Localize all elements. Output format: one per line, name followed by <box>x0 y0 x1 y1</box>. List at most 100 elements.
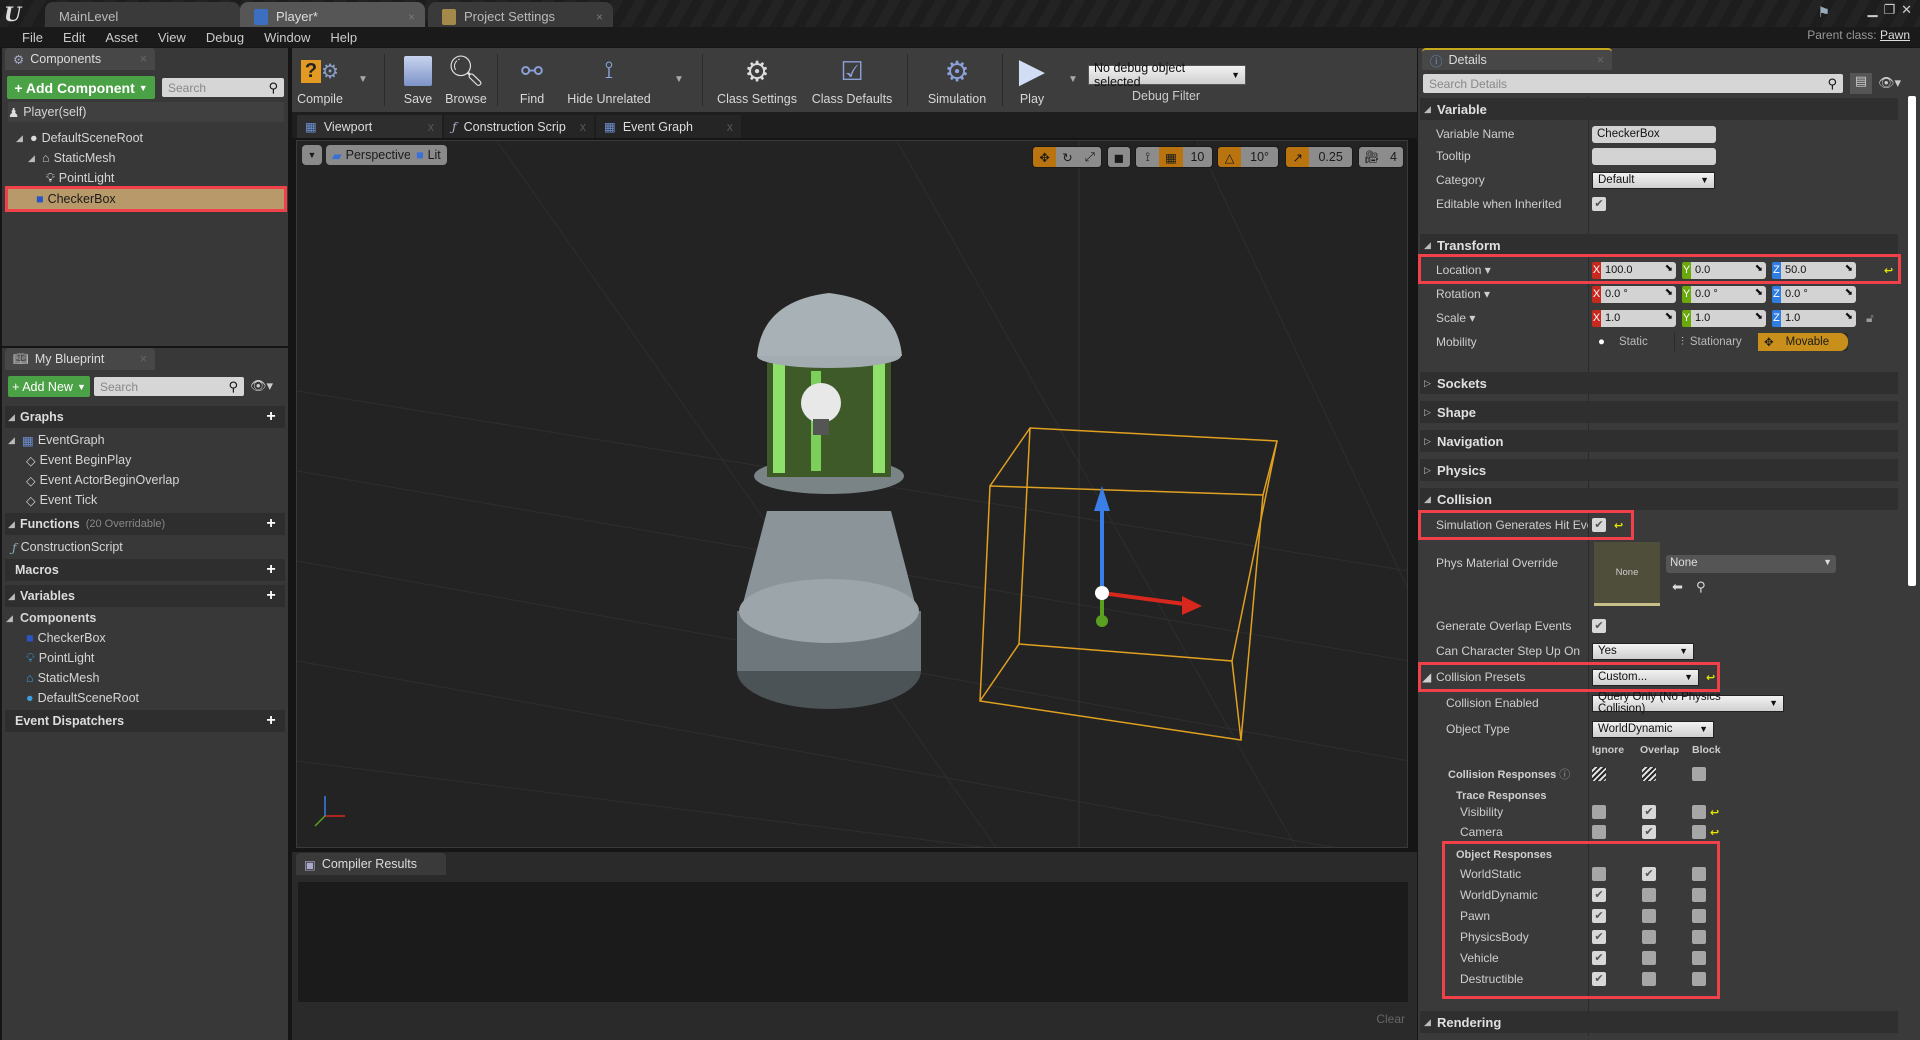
add-function-icon[interactable]: + <box>263 516 279 532</box>
add-new-button[interactable]: + Add New ▼ <box>8 376 90 397</box>
add-macro-icon[interactable]: + <box>263 562 279 578</box>
hide-unrelated-button[interactable]: ⟟ Hide Unrelated <box>564 50 654 110</box>
rotation-x-field[interactable]: X 0.0 ° <box>1592 285 1676 303</box>
overlap-checkbox[interactable] <box>1642 930 1656 944</box>
ignore-checkbox[interactable]: ✔ <box>1592 909 1606 923</box>
doc-tab-player[interactable]: Player* × <box>240 2 425 27</box>
category-transform[interactable]: ◢ Transform <box>1420 234 1898 256</box>
block-checkbox[interactable] <box>1692 951 1706 965</box>
phys-material-select[interactable]: None ▼ <box>1666 555 1836 573</box>
add-variable-icon[interactable]: + <box>263 588 279 604</box>
class-defaults-button[interactable]: ☑ Class Defaults <box>807 50 897 110</box>
block-checkbox[interactable] <box>1692 805 1706 819</box>
section-variables[interactable]: ◢ Variables + <box>5 585 285 607</box>
expand-triangle-icon[interactable]: ◢ <box>28 153 38 164</box>
collision-presets-select[interactable]: Custom... ▼ <box>1592 668 1699 686</box>
variable-name-input[interactable]: CheckerBox <box>1592 125 1716 143</box>
debug-object-select[interactable]: No debug object selected ▼ <box>1088 61 1246 89</box>
reset-to-default-icon[interactable]: ↩ <box>1706 671 1715 684</box>
collision-enabled-select[interactable]: Query Only (No Physics Collision) ▼ <box>1592 691 1784 715</box>
category-physics[interactable]: ▷ Physics <box>1420 459 1898 481</box>
clear-button[interactable]: Clear <box>1376 1012 1405 1026</box>
var-defaultsceneroot[interactable]: ● DefaultSceneRoot <box>26 688 139 708</box>
scale-snap-value[interactable]: 0.25 <box>1309 147 1352 167</box>
rotation-snap-value[interactable]: 10° <box>1241 147 1278 167</box>
reset-to-default-icon[interactable]: ↩ <box>1710 806 1719 819</box>
tab-viewport[interactable]: ▦ Viewport x <box>297 115 442 138</box>
ignore-checkbox[interactable]: ✔ <box>1592 930 1606 944</box>
menu-edit[interactable]: Edit <box>53 30 95 45</box>
ignore-checkbox[interactable] <box>1592 825 1606 839</box>
mobility-static-button[interactable]: ● Static <box>1592 333 1674 351</box>
generate-overlap-checkbox[interactable]: ✔ <box>1592 619 1606 633</box>
camera-speed-icon[interactable]: 🎥︎ <box>1359 147 1384 167</box>
block-checkbox[interactable] <box>1692 867 1706 881</box>
ignore-checkbox[interactable] <box>1592 867 1606 881</box>
editable-inherited-checkbox[interactable]: ✔ <box>1592 197 1606 211</box>
overlap-checkbox[interactable] <box>1642 888 1656 902</box>
reset-to-default-icon[interactable]: ↩ <box>1614 519 1623 532</box>
overlap-checkbox[interactable] <box>1642 909 1656 923</box>
my-blueprint-tab[interactable]: 📖︎ My Blueprint × <box>5 348 155 370</box>
surface-snap-icon[interactable]: ⟟ <box>1136 147 1160 167</box>
menu-window[interactable]: Window <box>254 30 320 45</box>
hide-unrelated-dropdown[interactable]: ▼ <box>674 74 684 85</box>
event-actorbeginoverlap[interactable]: ◇ Event ActorBeginOverlap <box>26 470 179 490</box>
blueprint-search-input[interactable]: Search ⚲ <box>94 377 244 396</box>
rotation-snap-icon[interactable]: △ <box>1218 147 1242 167</box>
expand-triangle-icon[interactable]: ◢ <box>16 133 26 144</box>
view-options-eye-icon[interactable]: 👁︎▾ <box>1878 75 1901 91</box>
category-shape[interactable]: ▷ Shape <box>1420 401 1898 423</box>
menu-file[interactable]: File <box>12 30 53 45</box>
mobility-movable-button[interactable]: ✥ Movable <box>1758 333 1848 351</box>
location-y-field[interactable]: Y 0.0 <box>1682 261 1766 279</box>
components-search-input[interactable]: Search ⚲ <box>162 78 284 97</box>
reset-to-default-icon[interactable]: ↩ <box>1710 826 1719 839</box>
graph-eventgraph[interactable]: ◢ ▦ EventGraph <box>8 430 105 450</box>
category-select[interactable]: Default ▼ <box>1592 171 1715 189</box>
scale-x-field[interactable]: X 1.0 <box>1592 309 1676 327</box>
maximize-icon[interactable]: ❐ <box>1883 2 1895 18</box>
scale-y-field[interactable]: Y 1.0 <box>1682 309 1766 327</box>
property-matrix-icon[interactable]: ▤ <box>1850 73 1872 94</box>
help-icon[interactable]: ⓘ <box>1559 769 1570 781</box>
section-macros[interactable]: Macros + <box>5 559 285 581</box>
component-checkerbox[interactable]: ■ CheckerBox <box>8 189 284 209</box>
find-button[interactable]: ⚯ Find <box>510 50 554 110</box>
event-tick[interactable]: ◇ Event Tick <box>26 490 97 510</box>
reset-to-default-icon[interactable]: ↩ <box>1884 264 1893 277</box>
overlap-checkbox[interactable] <box>1642 951 1656 965</box>
minimize-icon[interactable]: ▁ <box>1867 2 1877 18</box>
add-dispatcher-icon[interactable]: + <box>263 713 279 729</box>
scale-mode-icon[interactable]: ⤢ <box>1078 147 1101 167</box>
category-collision[interactable]: ◢ Collision <box>1420 488 1898 510</box>
overlap-checkbox[interactable]: ✔ <box>1642 805 1656 819</box>
step-up-select[interactable]: Yes ▼ <box>1592 642 1694 660</box>
category-rendering[interactable]: ◢ Rendering <box>1420 1011 1898 1033</box>
var-staticmesh[interactable]: ⌂ StaticMesh <box>26 668 99 688</box>
rotation-label[interactable]: Rotation ▾ <box>1436 287 1490 301</box>
all-overlap-checkbox[interactable] <box>1642 767 1656 781</box>
close-window-icon[interactable]: ✕ <box>1901 2 1912 18</box>
menu-debug[interactable]: Debug <box>196 30 254 45</box>
component-root-self[interactable]: ♟ Player(self) <box>8 102 284 122</box>
scale-z-field[interactable]: Z 1.0 <box>1772 309 1856 327</box>
phys-material-thumbnail[interactable]: None <box>1594 542 1660 606</box>
use-selected-arrow-icon[interactable]: ⬅ <box>1672 579 1683 595</box>
block-checkbox[interactable] <box>1692 909 1706 923</box>
menu-view[interactable]: View <box>148 30 196 45</box>
close-icon[interactable]: x <box>727 120 733 134</box>
category-variable[interactable]: ◢ Variable <box>1420 98 1898 120</box>
grid-snap-value[interactable]: 10 <box>1182 147 1212 167</box>
location-z-field[interactable]: Z 50.0 <box>1772 261 1856 279</box>
lighting-mode-button[interactable]: ■ Lit <box>410 145 447 165</box>
close-icon[interactable]: × <box>596 10 603 24</box>
viewport-options-button[interactable]: ▼ <box>302 145 322 165</box>
browse-button[interactable]: 🔍︎ Browse <box>442 50 490 110</box>
close-icon[interactable]: × <box>408 10 415 24</box>
view-mode-button[interactable]: ▰ Perspective <box>326 145 417 165</box>
close-icon[interactable]: × <box>140 352 147 366</box>
function-constructionscript[interactable]: ƒ ConstructionScript <box>12 537 123 557</box>
translate-mode-icon[interactable]: ✥ <box>1033 147 1057 167</box>
event-beginplay[interactable]: ◇ Event BeginPlay <box>26 450 131 470</box>
